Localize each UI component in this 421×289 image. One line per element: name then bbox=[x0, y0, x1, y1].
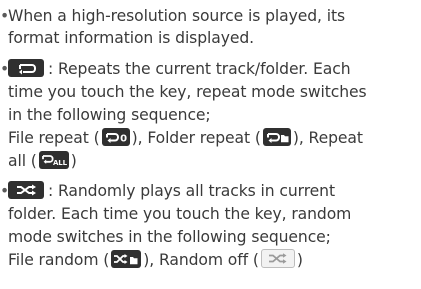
item1-line1: When a high-resolution source is played,… bbox=[8, 7, 345, 25]
folder-repeat-icon bbox=[262, 127, 291, 146]
item2-line5-a: all ( bbox=[8, 152, 37, 170]
random-off-icon bbox=[260, 249, 295, 268]
list-item-line: all ( ALL ) bbox=[8, 150, 77, 172]
list-item-line: •When a high-resolution source is played… bbox=[0, 5, 345, 27]
file-repeat-icon: 0 bbox=[101, 127, 130, 146]
manual-page: •When a high-resolution source is played… bbox=[0, 0, 421, 289]
repeat-all-badge: ALL bbox=[53, 159, 68, 167]
item1-line2: format information is displayed. bbox=[8, 29, 254, 47]
shuffle-icon bbox=[8, 180, 44, 199]
item2-line4-a: File repeat ( bbox=[8, 129, 100, 147]
item2-line4-b: ), Folder repeat ( bbox=[131, 129, 261, 147]
item3-line2: folder. Each time you touch the key, ran… bbox=[8, 205, 352, 223]
item3-line1: : Randomly plays all tracks in current bbox=[48, 182, 335, 200]
file-repeat-badge: 0 bbox=[120, 133, 127, 144]
list-item-line: File random ( ), Random off ( ) bbox=[8, 249, 303, 271]
item3-line3: mode switches in the following sequence; bbox=[8, 228, 331, 246]
list-item-line: • : Repeats the current track/folder. Ea… bbox=[0, 58, 351, 80]
bullet: • bbox=[0, 7, 10, 25]
list-item-line: mode switches in the following sequence; bbox=[8, 226, 331, 248]
list-item-line: in the following sequence; bbox=[8, 104, 211, 126]
item3-line4-b: ), Random off ( bbox=[143, 251, 259, 269]
file-random-icon bbox=[111, 249, 142, 268]
bullet: • bbox=[0, 182, 10, 200]
list-item-line: time you touch the key, repeat mode swit… bbox=[8, 81, 367, 103]
list-item-line: format information is displayed. bbox=[8, 27, 254, 49]
item3-line4-a: File random ( bbox=[8, 251, 110, 269]
item3-line4-c: ) bbox=[296, 251, 303, 269]
bullet: • bbox=[0, 60, 10, 78]
item2-line5-b: ) bbox=[70, 152, 77, 170]
item2-line1: : Repeats the current track/folder. Each bbox=[48, 60, 351, 78]
list-item-line: File repeat ( 0 ), Folder repeat ( ), Re… bbox=[8, 127, 363, 149]
list-item-line: folder. Each time you touch the key, ran… bbox=[8, 203, 351, 225]
item2-line3: in the following sequence; bbox=[8, 106, 211, 124]
repeat-all-icon: ALL bbox=[38, 150, 69, 169]
list-item-line: • : Randomly plays all tracks in current bbox=[0, 180, 335, 202]
item2-line2: time you touch the key, repeat mode swit… bbox=[8, 83, 367, 101]
item2-line4-c: ), Repeat bbox=[292, 129, 363, 147]
repeat-icon bbox=[8, 58, 44, 77]
